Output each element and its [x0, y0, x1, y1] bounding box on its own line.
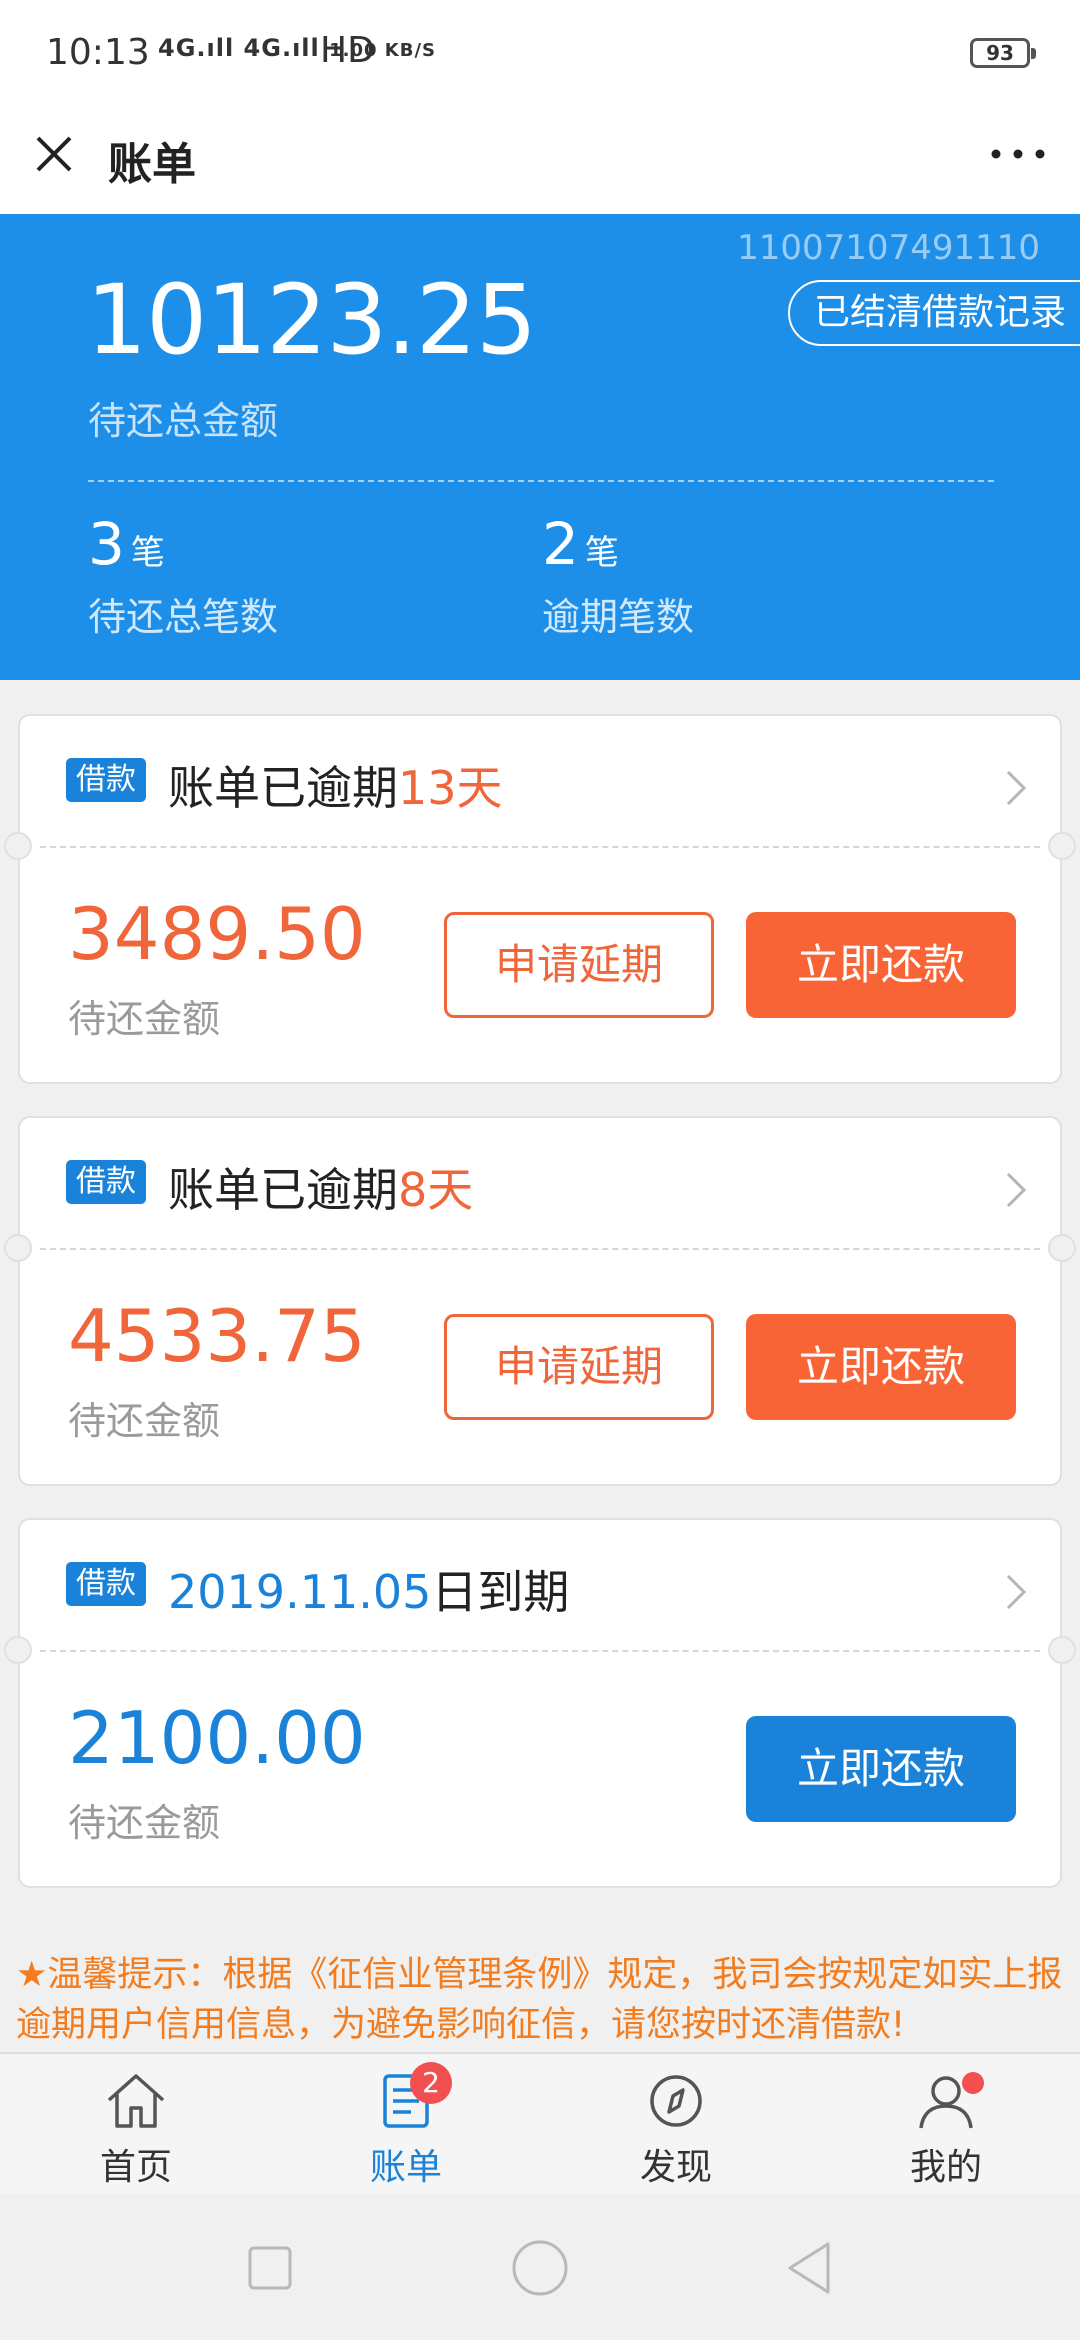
tab-label: 发现: [639, 2147, 712, 2188]
tab-bill[interactable]: 2 账单: [336, 2062, 476, 2190]
bill-card-header[interactable]: 借款 账单已逾期13天: [20, 716, 1060, 846]
notification-dot: [962, 2072, 984, 2094]
extend-button[interactable]: 申请延期: [444, 1314, 714, 1420]
bill-status-suffix: 日到期: [431, 1565, 570, 1619]
loan-tag: 借款: [66, 758, 146, 802]
card-notch: [4, 832, 32, 860]
hd-indicator: HD: [320, 30, 375, 71]
credit-notice: ★温馨提示：根据《征信业管理条例》规定，我司会按规定如实上报逾期用户信用信息，为…: [16, 1955, 1063, 2045]
tab-home[interactable]: 首页: [66, 2070, 206, 2190]
account-number: 11007107491110: [737, 228, 1040, 268]
pay-now-button[interactable]: 立即还款: [746, 912, 1016, 1018]
bill-status-title: 账单已逾期8天: [168, 1154, 473, 1220]
bill-card[interactable]: 借款 账单已逾期8天 4533.75 待还金额 申请延期 立即还款: [4, 1116, 1076, 1486]
home-icon: [107, 2074, 165, 2128]
more-icon[interactable]: [986, 130, 1050, 178]
tab-label: 账单: [369, 2147, 442, 2188]
pending-unit: 笔: [130, 533, 165, 573]
pay-now-button[interactable]: 立即还款: [746, 1314, 1016, 1420]
chevron-right-icon[interactable]: [1002, 1570, 1030, 1614]
status-bar: 10:13 4G.ıll 4G.ıll 1.00 KB/S HD 93: [0, 0, 1080, 108]
tab-discover[interactable]: 发现: [606, 2070, 746, 2190]
pending-count-stat: 3笔 待还总笔数: [88, 510, 278, 641]
status-time: 10:13: [46, 32, 150, 73]
bill-badge: 2: [410, 2062, 452, 2104]
bottom-tab-bar: 首页 2 账单 发现 我的: [0, 2052, 1080, 2194]
bill-status-prefix: 账单已逾期: [168, 761, 398, 815]
recent-apps-icon[interactable]: [240, 2238, 300, 2298]
card-divider: [40, 1650, 1040, 1652]
overdue-count-stat: 2笔 逾期笔数: [542, 510, 694, 641]
card-notch: [1048, 832, 1076, 860]
due-date: 2019.11.05: [168, 1565, 432, 1619]
bill-amount-label: 待还金额: [68, 1399, 221, 1443]
overdue-days: 13天: [398, 761, 503, 815]
network-text: 4G.ıll 4G.ıll: [158, 34, 320, 62]
bill-amount: 2100.00: [68, 1696, 366, 1780]
total-amount-label: 待还总金额: [88, 399, 279, 443]
card-notch: [4, 1234, 32, 1262]
card-divider: [40, 846, 1040, 848]
compass-icon: [650, 2075, 702, 2127]
bill-card[interactable]: 借款 账单已逾期13天 3489.50 待还金额 申请延期 立即还款: [4, 714, 1076, 1084]
system-nav-bar: [0, 2194, 1080, 2340]
card-notch: [1048, 1636, 1076, 1664]
bill-card[interactable]: 借款 2019.11.05日到期 2100.00 待还金额 立即还款: [4, 1518, 1076, 1888]
pending-count: 3: [88, 510, 125, 578]
summary-divider: [88, 480, 994, 482]
loan-tag: 借款: [66, 1562, 146, 1606]
settled-history-button[interactable]: 已结清借款记录: [787, 280, 1080, 346]
bill-status-title: 2019.11.05日到期: [168, 1556, 569, 1622]
signal-icon: 4G.ıll 4G.ıll 1.00 KB/S: [158, 34, 436, 62]
battery-icon: 93: [970, 38, 1036, 68]
page-title: 账单: [108, 139, 196, 190]
summary-panel: 11007107491110 已结清借款记录 10123.25 待还总金额 3笔…: [0, 214, 1080, 680]
pay-now-button[interactable]: 立即还款: [746, 1716, 1016, 1822]
tab-mine[interactable]: 我的: [876, 2070, 1016, 2190]
bill-amount: 3489.50: [68, 892, 366, 976]
card-notch: [4, 1636, 32, 1664]
home-button-icon[interactable]: [510, 2238, 570, 2298]
bill-card-header[interactable]: 借款 2019.11.05日到期: [20, 1520, 1060, 1650]
card-divider: [40, 1248, 1040, 1250]
chevron-right-icon[interactable]: [1002, 1168, 1030, 1212]
app-screen: 10:13 4G.ıll 4G.ıll 1.00 KB/S HD 93 账单 1…: [0, 0, 1080, 2340]
bill-amount-label: 待还金额: [68, 997, 221, 1041]
total-amount: 10123.25: [86, 264, 537, 376]
bill-status-title: 账单已逾期13天: [168, 752, 503, 818]
top-bar: 账单: [0, 108, 1080, 214]
bill-amount: 4533.75: [68, 1294, 366, 1378]
extend-button[interactable]: 申请延期: [444, 912, 714, 1018]
card-notch: [1048, 1234, 1076, 1262]
bill-status-prefix: 账单已逾期: [168, 1163, 398, 1217]
overdue-unit: 笔: [584, 533, 619, 573]
loan-tag: 借款: [66, 1160, 146, 1204]
tab-label: 首页: [99, 2147, 172, 2188]
chevron-right-icon[interactable]: [1002, 766, 1030, 810]
close-icon[interactable]: [30, 130, 78, 178]
overdue-days: 8天: [398, 1163, 474, 1217]
pending-count-label: 待还总笔数: [88, 595, 279, 639]
bill-amount-label: 待还金额: [68, 1801, 221, 1845]
tab-label: 我的: [909, 2147, 982, 2188]
back-icon[interactable]: [780, 2238, 840, 2298]
overdue-count: 2: [542, 510, 579, 578]
bill-card-header[interactable]: 借款 账单已逾期8天: [20, 1118, 1060, 1248]
overdue-count-label: 逾期笔数: [542, 595, 695, 639]
